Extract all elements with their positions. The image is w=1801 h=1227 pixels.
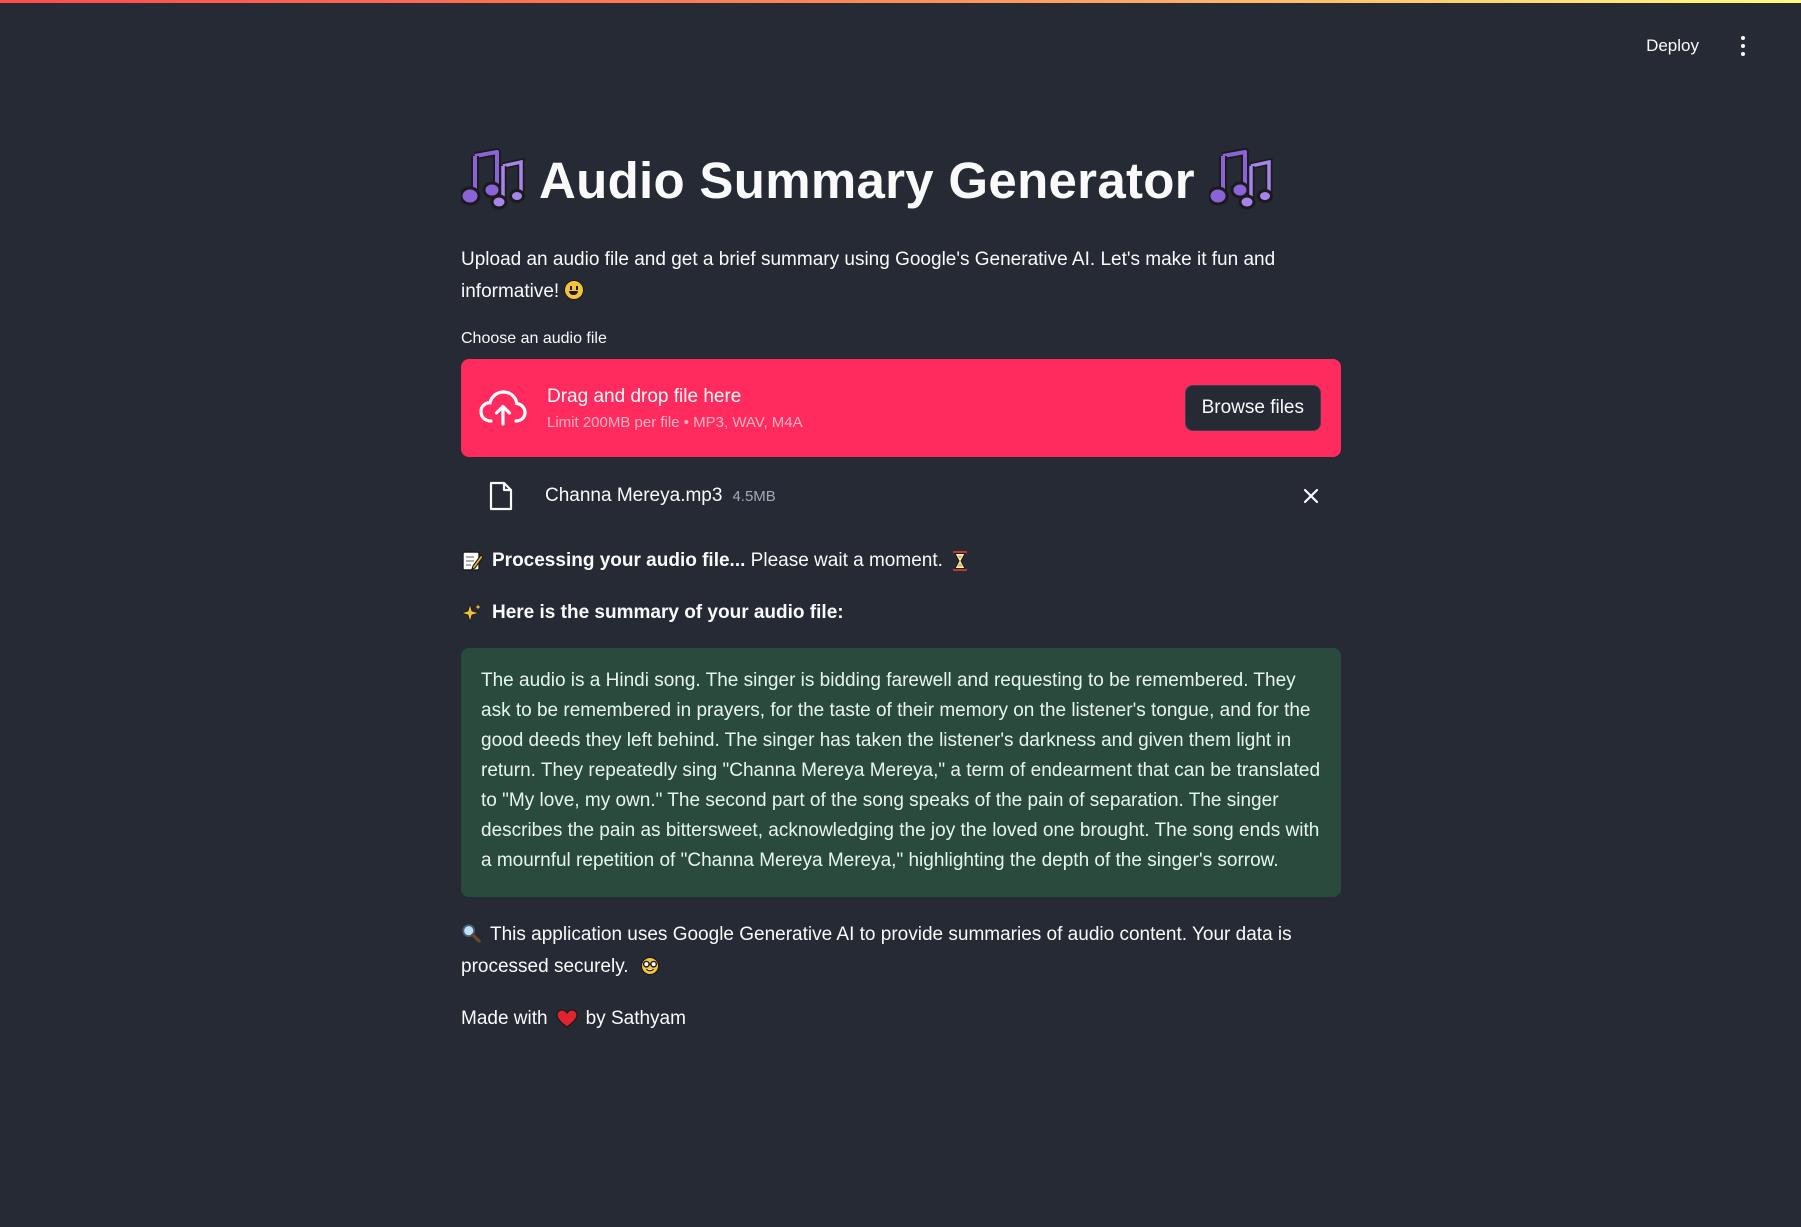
cloud-upload-icon — [479, 390, 527, 426]
file-name: Channa Mereya.mp3 — [545, 485, 723, 506]
dropzone-limits: Limit 200MB per file • MP3, WAV, M4A — [547, 413, 803, 431]
close-icon[interactable] — [1299, 484, 1323, 508]
page-title: Audio Summary Generator — [461, 140, 1341, 220]
info-note-text: This application uses Google Generative … — [461, 924, 1292, 977]
summary-result-box: The audio is a Hindi song. The singer is… — [461, 648, 1341, 897]
made-with-credit: Made with by Sathyam — [461, 1003, 1341, 1035]
title-text: Audio Summary Generator — [539, 151, 1195, 209]
heart-icon — [555, 1009, 578, 1028]
processing-bold-text: Processing your audio file... — [492, 550, 746, 571]
uploaded-file-item: Channa Mereya.mp3 4.5MB — [461, 457, 1341, 535]
hourglass-icon — [952, 551, 967, 571]
smiley-icon — [564, 280, 585, 300]
processing-message: Processing your audio file... Please wai… — [461, 545, 1341, 577]
top-decoration-stripe — [0, 0, 1801, 3]
vertical-dots-icon[interactable] — [1729, 30, 1757, 62]
sparkles-icon — [461, 602, 483, 624]
musical-notes-icon — [1208, 148, 1273, 210]
file-size: 4.5MB — [732, 487, 776, 505]
nerd-face-icon — [640, 956, 660, 976]
intro-paragraph: Upload an audio file and get a brief sum… — [461, 244, 1281, 308]
made-with-prefix: Made with — [461, 1008, 548, 1029]
main-content: Audio Summary Generator Upload an audio … — [461, 140, 1341, 1035]
memo-icon — [462, 551, 483, 571]
dropzone-instructions: Drag and drop file here — [547, 385, 742, 407]
file-icon — [489, 481, 513, 511]
file-dropzone[interactable]: Drag and drop file here Limit 200MB per … — [461, 359, 1341, 457]
app-header: Deploy — [1636, 30, 1757, 62]
deploy-button[interactable]: Deploy — [1636, 30, 1709, 62]
browse-files-button[interactable]: Browse files — [1184, 385, 1321, 431]
musical-notes-icon — [461, 148, 525, 210]
uploader-label: Choose an audio file — [461, 330, 607, 347]
processing-rest-text: Please wait a moment. — [745, 550, 943, 571]
info-note: This application uses Google Generative … — [461, 919, 1321, 983]
summary-heading-text: Here is the summary of your audio file: — [492, 602, 844, 623]
magnifying-glass-icon — [462, 924, 481, 943]
dropzone-text: Drag and drop file here Limit 200MB per … — [547, 386, 1185, 431]
summary-text: The audio is a Hindi song. The singer is… — [481, 670, 1321, 871]
summary-heading: Here is the summary of your audio file: — [461, 597, 1341, 629]
made-with-suffix: by Sathyam — [585, 1008, 686, 1029]
